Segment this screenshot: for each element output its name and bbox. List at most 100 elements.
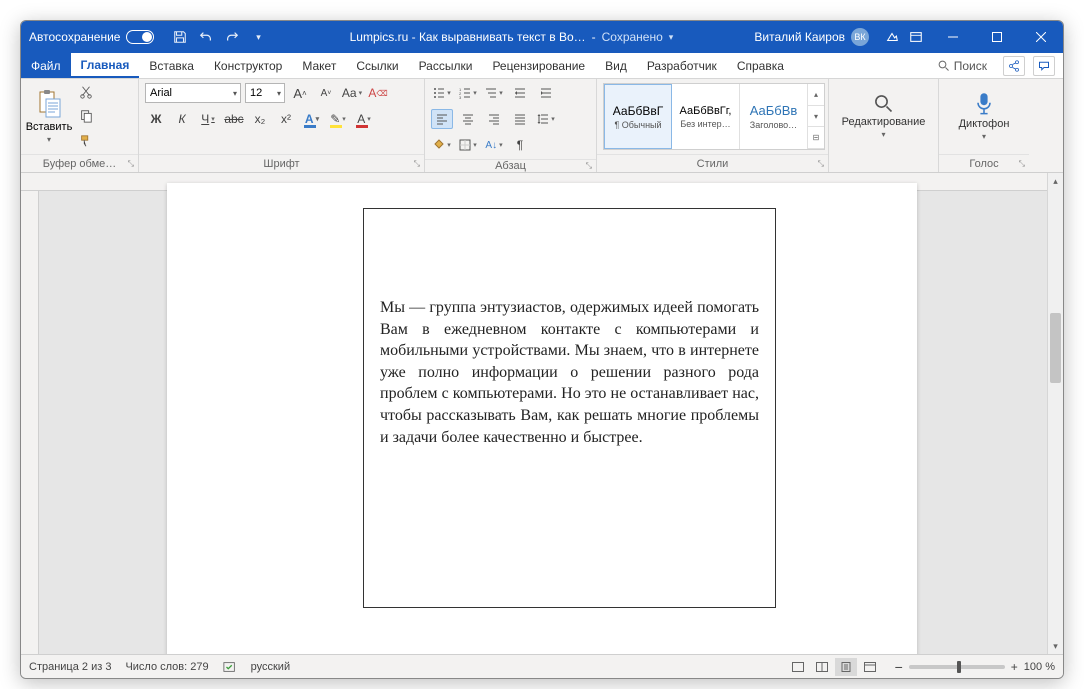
clear-format-icon[interactable]: A⌫ <box>367 83 389 103</box>
subscript-button[interactable]: x₂ <box>249 109 271 129</box>
saved-caret-icon[interactable]: ▾ <box>669 32 674 43</box>
share-comments <box>995 53 1063 78</box>
font-color-button[interactable]: A <box>353 109 375 129</box>
undo-icon[interactable] <box>198 29 214 45</box>
style-label: Заголово… <box>750 120 797 130</box>
bold-button[interactable]: Ж <box>145 109 167 129</box>
read-view-icon[interactable] <box>811 658 833 676</box>
cut-icon[interactable] <box>77 84 95 100</box>
share-button[interactable] <box>1003 56 1025 76</box>
maximize-button[interactable] <box>975 21 1019 53</box>
strike-button[interactable]: abc <box>223 109 245 129</box>
vertical-scrollbar[interactable]: ▴ ▾ <box>1047 173 1063 654</box>
focus-view-icon[interactable] <box>787 658 809 676</box>
search-box[interactable]: Поиск <box>930 53 995 78</box>
tab-insert[interactable]: Вставка <box>139 53 204 78</box>
font-name-combo[interactable]: Arial <box>145 83 241 103</box>
tab-review[interactable]: Рецензирование <box>482 53 595 78</box>
align-left-button[interactable] <box>431 109 453 129</box>
tab-layout[interactable]: Макет <box>292 53 346 78</box>
style-heading[interactable]: АаБбВв Заголово… <box>740 84 808 149</box>
page-indicator[interactable]: Страница 2 из 3 <box>29 661 111 673</box>
body-text[interactable]: Мы — группа энтузиастов, одержимых идеей… <box>380 297 759 448</box>
shrink-font-icon[interactable]: A˅ <box>315 83 337 103</box>
underline-button[interactable]: Ч <box>197 109 219 129</box>
bullets-button[interactable] <box>431 83 453 103</box>
chevron-down-icon: ▾ <box>982 132 986 141</box>
language-indicator[interactable]: русский <box>251 661 290 673</box>
group-clipboard: Вставить ▾ Буфер обме… <box>21 79 139 172</box>
web-view-icon[interactable] <box>859 658 881 676</box>
text-frame[interactable]: Мы — группа энтузиастов, одержимых идеей… <box>363 208 776 608</box>
coming-soon-icon[interactable] <box>885 30 899 44</box>
indent-button[interactable] <box>535 83 557 103</box>
highlight-button[interactable]: ✎ <box>327 109 349 129</box>
justify-button[interactable] <box>509 109 531 129</box>
group-styles: АаБбВвГ ¶ Обычный АаБбВвГг, Без интер… А… <box>597 79 829 172</box>
outdent-button[interactable] <box>509 83 531 103</box>
group-font: Arial 12 A˄ A˅ Aa A⌫ Ж К Ч abc x₂ x² A ✎… <box>139 79 425 172</box>
print-view-icon[interactable] <box>835 658 857 676</box>
paste-button[interactable]: Вставить ▾ <box>27 83 71 150</box>
find-icon <box>874 94 894 114</box>
grow-font-icon[interactable]: A˄ <box>289 83 311 103</box>
vertical-ruler[interactable] <box>21 191 39 654</box>
spellcheck-icon[interactable] <box>223 660 237 674</box>
tab-mailings[interactable]: Рассылки <box>409 53 483 78</box>
scroll-thumb[interactable] <box>1050 313 1061 383</box>
align-center-button[interactable] <box>457 109 479 129</box>
qat-customize-icon[interactable]: ▾ <box>250 29 266 45</box>
numbering-button[interactable]: 123 <box>457 83 479 103</box>
tab-help[interactable]: Справка <box>727 53 794 78</box>
style-nospacing[interactable]: АаБбВвГг, Без интер… <box>672 84 740 149</box>
change-case-button[interactable]: Aa <box>341 83 363 103</box>
page[interactable]: Мы — группа энтузиастов, одержимых идеей… <box>167 183 917 654</box>
styles-gallery[interactable]: АаБбВвГ ¶ Обычный АаБбВвГг, Без интер… А… <box>603 83 825 150</box>
styles-up-icon[interactable]: ▴ <box>808 84 824 106</box>
line-spacing-button[interactable] <box>535 109 557 129</box>
tab-home[interactable]: Главная <box>71 53 140 78</box>
ribbon-display-icon[interactable] <box>909 30 923 44</box>
text-effects-button[interactable]: A <box>301 109 323 129</box>
redo-icon[interactable] <box>224 29 240 45</box>
tab-developer[interactable]: Разработчик <box>637 53 727 78</box>
show-marks-button[interactable]: ¶ <box>509 135 531 155</box>
superscript-button[interactable]: x² <box>275 109 297 129</box>
zoom-slider[interactable] <box>909 665 1005 669</box>
dictate-button[interactable]: Диктофон ▾ <box>945 83 1023 150</box>
style-normal[interactable]: АаБбВвГ ¶ Обычный <box>604 84 672 149</box>
avatar: ВК <box>851 28 869 46</box>
zoom-in-button[interactable]: + <box>1011 660 1018 674</box>
minimize-button[interactable] <box>931 21 975 53</box>
editing-button[interactable]: Редактирование ▾ <box>835 83 932 150</box>
paste-label: Вставить <box>26 121 73 133</box>
font-label: Шрифт <box>139 154 424 172</box>
borders-button[interactable] <box>457 135 479 155</box>
shading-button[interactable] <box>431 135 453 155</box>
word-count[interactable]: Число слов: 279 <box>125 661 208 673</box>
zoom-level[interactable]: 100 % <box>1024 661 1055 673</box>
italic-button[interactable]: К <box>171 109 193 129</box>
save-icon[interactable] <box>172 29 188 45</box>
align-right-button[interactable] <box>483 109 505 129</box>
zoom-out-button[interactable]: − <box>895 659 903 675</box>
group-voice: Диктофон ▾ Голос <box>939 79 1029 172</box>
format-painter-icon[interactable] <box>77 133 95 149</box>
copy-icon[interactable] <box>77 108 95 124</box>
tab-view[interactable]: Вид <box>595 53 637 78</box>
scroll-up-icon[interactable]: ▴ <box>1048 173 1063 189</box>
scroll-down-icon[interactable]: ▾ <box>1048 638 1063 654</box>
tab-design[interactable]: Конструктор <box>204 53 292 78</box>
tab-references[interactable]: Ссылки <box>346 53 408 78</box>
autosave-toggle[interactable] <box>126 30 154 44</box>
user-area[interactable]: Виталий Каиров ВК <box>746 21 877 53</box>
font-size-combo[interactable]: 12 <box>245 83 285 103</box>
styles-more-icon[interactable]: ⊟ <box>808 127 824 149</box>
sort-button[interactable]: A↓ <box>483 135 505 155</box>
saved-status[interactable]: Сохранено <box>602 30 663 44</box>
comments-button[interactable] <box>1033 56 1055 76</box>
multilevel-button[interactable] <box>483 83 505 103</box>
styles-down-icon[interactable]: ▾ <box>808 106 824 128</box>
close-button[interactable] <box>1019 21 1063 53</box>
tab-file[interactable]: Файл <box>21 53 71 78</box>
